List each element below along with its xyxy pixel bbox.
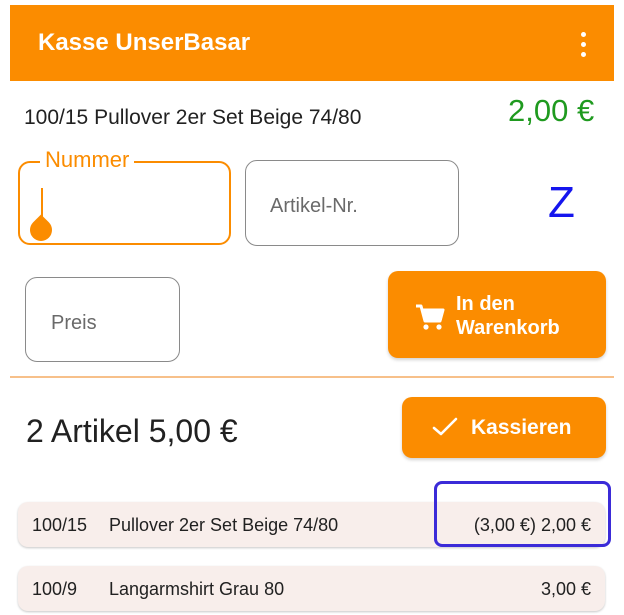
app-bar: Kasse UnserBasar	[10, 5, 614, 81]
current-item-text: 100/15 Pullover 2er Set Beige 74/80	[24, 106, 362, 129]
cart-icon	[416, 304, 445, 330]
cart-item[interactable]: 100/9 Langarmshirt Grau 80 3,00 €	[18, 566, 605, 611]
nummer-label: Nummer	[40, 147, 135, 173]
price-highlight-box	[434, 481, 611, 547]
more-vert-icon[interactable]	[580, 32, 588, 58]
preis-input[interactable]: Preis	[25, 277, 180, 362]
z-indicator: Z	[548, 178, 575, 227]
check-icon	[432, 417, 458, 436]
divider	[10, 376, 614, 378]
preis-placeholder: Preis	[51, 312, 97, 334]
cart-item-nr: 100/9	[32, 579, 78, 599]
add-to-cart-button[interactable]: In den Warenkorb	[388, 271, 606, 358]
add-to-cart-label: In den Warenkorb	[456, 293, 560, 339]
artikel-nr-input[interactable]: Artikel-Nr.	[245, 160, 459, 246]
cart-item-name: Langarmshirt Grau 80	[109, 579, 285, 599]
checkout-button[interactable]: Kassieren	[402, 397, 606, 458]
cart-item-nr: 100/15	[32, 515, 88, 535]
current-item-price: 2,00 €	[508, 93, 595, 128]
cart-item-price: 3,00 €	[540, 579, 591, 599]
cart-summary: 2 Artikel 5,00 €	[26, 413, 238, 449]
app-title: Kasse UnserBasar	[38, 29, 251, 56]
artikel-nr-placeholder: Artikel-Nr.	[270, 195, 358, 217]
checkout-label: Kassieren	[471, 416, 572, 439]
cart-item-name: Pullover 2er Set Beige 74/80	[109, 515, 339, 535]
